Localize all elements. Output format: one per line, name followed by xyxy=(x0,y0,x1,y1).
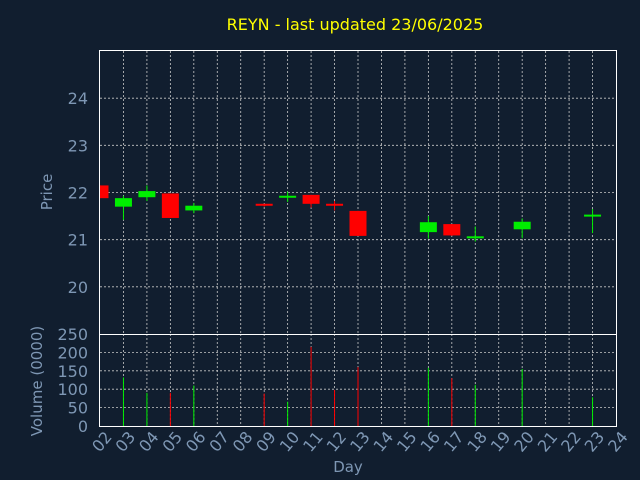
x-tick-label: 09 xyxy=(252,428,280,456)
price-tick-label: 22 xyxy=(68,184,88,203)
price-tick-label: 23 xyxy=(68,136,88,155)
x-tick-label: 07 xyxy=(205,428,233,456)
candle-body xyxy=(185,205,203,211)
x-tick-label: 23 xyxy=(581,428,609,456)
x-tick-label: 14 xyxy=(370,428,398,456)
candle-body xyxy=(466,236,484,239)
candles xyxy=(99,185,602,242)
volume-tick-label: 50 xyxy=(68,399,88,418)
x-tick-label: 08 xyxy=(229,428,257,456)
candle xyxy=(138,185,156,201)
x-tick-label: 13 xyxy=(346,428,374,456)
candle xyxy=(185,202,203,214)
candle xyxy=(255,203,273,207)
chart-title: REYN - last updated 23/06/2025 xyxy=(227,15,484,34)
price-panel: 20 21 22 23 24 Price xyxy=(38,50,617,335)
volume-tick-label: 250 xyxy=(57,325,88,344)
x-tick-label: 16 xyxy=(416,428,444,456)
volume-axis-label: Volume (0000) xyxy=(28,326,46,436)
candle xyxy=(114,195,132,220)
candle-body xyxy=(302,194,320,204)
x-ticks: 0203040506070809101112131415161718192021… xyxy=(88,428,632,456)
candle-body xyxy=(326,203,344,206)
x-tick-label: 24 xyxy=(604,428,632,456)
x-tick-label: 11 xyxy=(299,428,327,456)
price-tick-label: 20 xyxy=(68,278,88,297)
price-y-ticks: 20 21 22 23 24 xyxy=(68,89,88,297)
x-tick-label: 21 xyxy=(534,428,562,456)
candle-body xyxy=(114,198,132,207)
candle-body xyxy=(349,210,367,236)
candle xyxy=(443,224,461,236)
candle-body xyxy=(443,224,461,236)
price-tick-label: 24 xyxy=(68,89,88,108)
x-tick-label: 04 xyxy=(135,428,163,456)
candle xyxy=(419,216,437,239)
price-grid xyxy=(100,51,616,334)
candle xyxy=(161,193,179,218)
candle-body xyxy=(100,185,109,199)
volume-tick-label: 200 xyxy=(57,343,88,362)
x-tick-label: 12 xyxy=(323,428,351,456)
candle-body xyxy=(584,214,602,217)
x-tick-label: 22 xyxy=(557,428,585,456)
x-tick-label: 02 xyxy=(88,428,116,456)
x-axis-label: Day xyxy=(333,458,363,476)
stock-chart: REYN - last updated 23/06/2025 202122232… xyxy=(28,15,632,476)
x-tick-label: 20 xyxy=(510,428,538,456)
volume-tick-label: 0 xyxy=(78,417,88,436)
x-tick-label: 06 xyxy=(182,428,210,456)
volume-tick-label: 100 xyxy=(57,380,88,399)
price-tick-label: 21 xyxy=(68,231,88,250)
volume-panel: 050100150200250 Volume (0000) xyxy=(28,325,617,436)
x-tick-label: 10 xyxy=(276,428,304,456)
x-tick-label: 15 xyxy=(393,428,421,456)
x-tick-label: 03 xyxy=(112,428,140,456)
volume-tick-label: 150 xyxy=(57,362,88,381)
candle-body xyxy=(138,191,156,198)
x-tick-label: 19 xyxy=(487,428,515,456)
candle xyxy=(302,194,320,208)
candle-body xyxy=(255,203,273,206)
x-tick-label: 17 xyxy=(440,428,468,456)
candle-body xyxy=(513,221,531,230)
candle-body xyxy=(419,222,437,233)
candle xyxy=(513,218,531,239)
x-tick-label: 05 xyxy=(158,428,186,456)
candle xyxy=(99,185,109,199)
price-axis-label: Price xyxy=(38,174,56,211)
candle xyxy=(584,209,602,234)
candle xyxy=(349,210,367,236)
candle xyxy=(326,200,344,211)
volume-y-ticks: 050100150200250 xyxy=(57,325,88,436)
candle xyxy=(279,191,297,202)
candle-body xyxy=(161,193,179,218)
candle-body xyxy=(279,195,297,198)
x-tick-label: 18 xyxy=(463,428,491,456)
